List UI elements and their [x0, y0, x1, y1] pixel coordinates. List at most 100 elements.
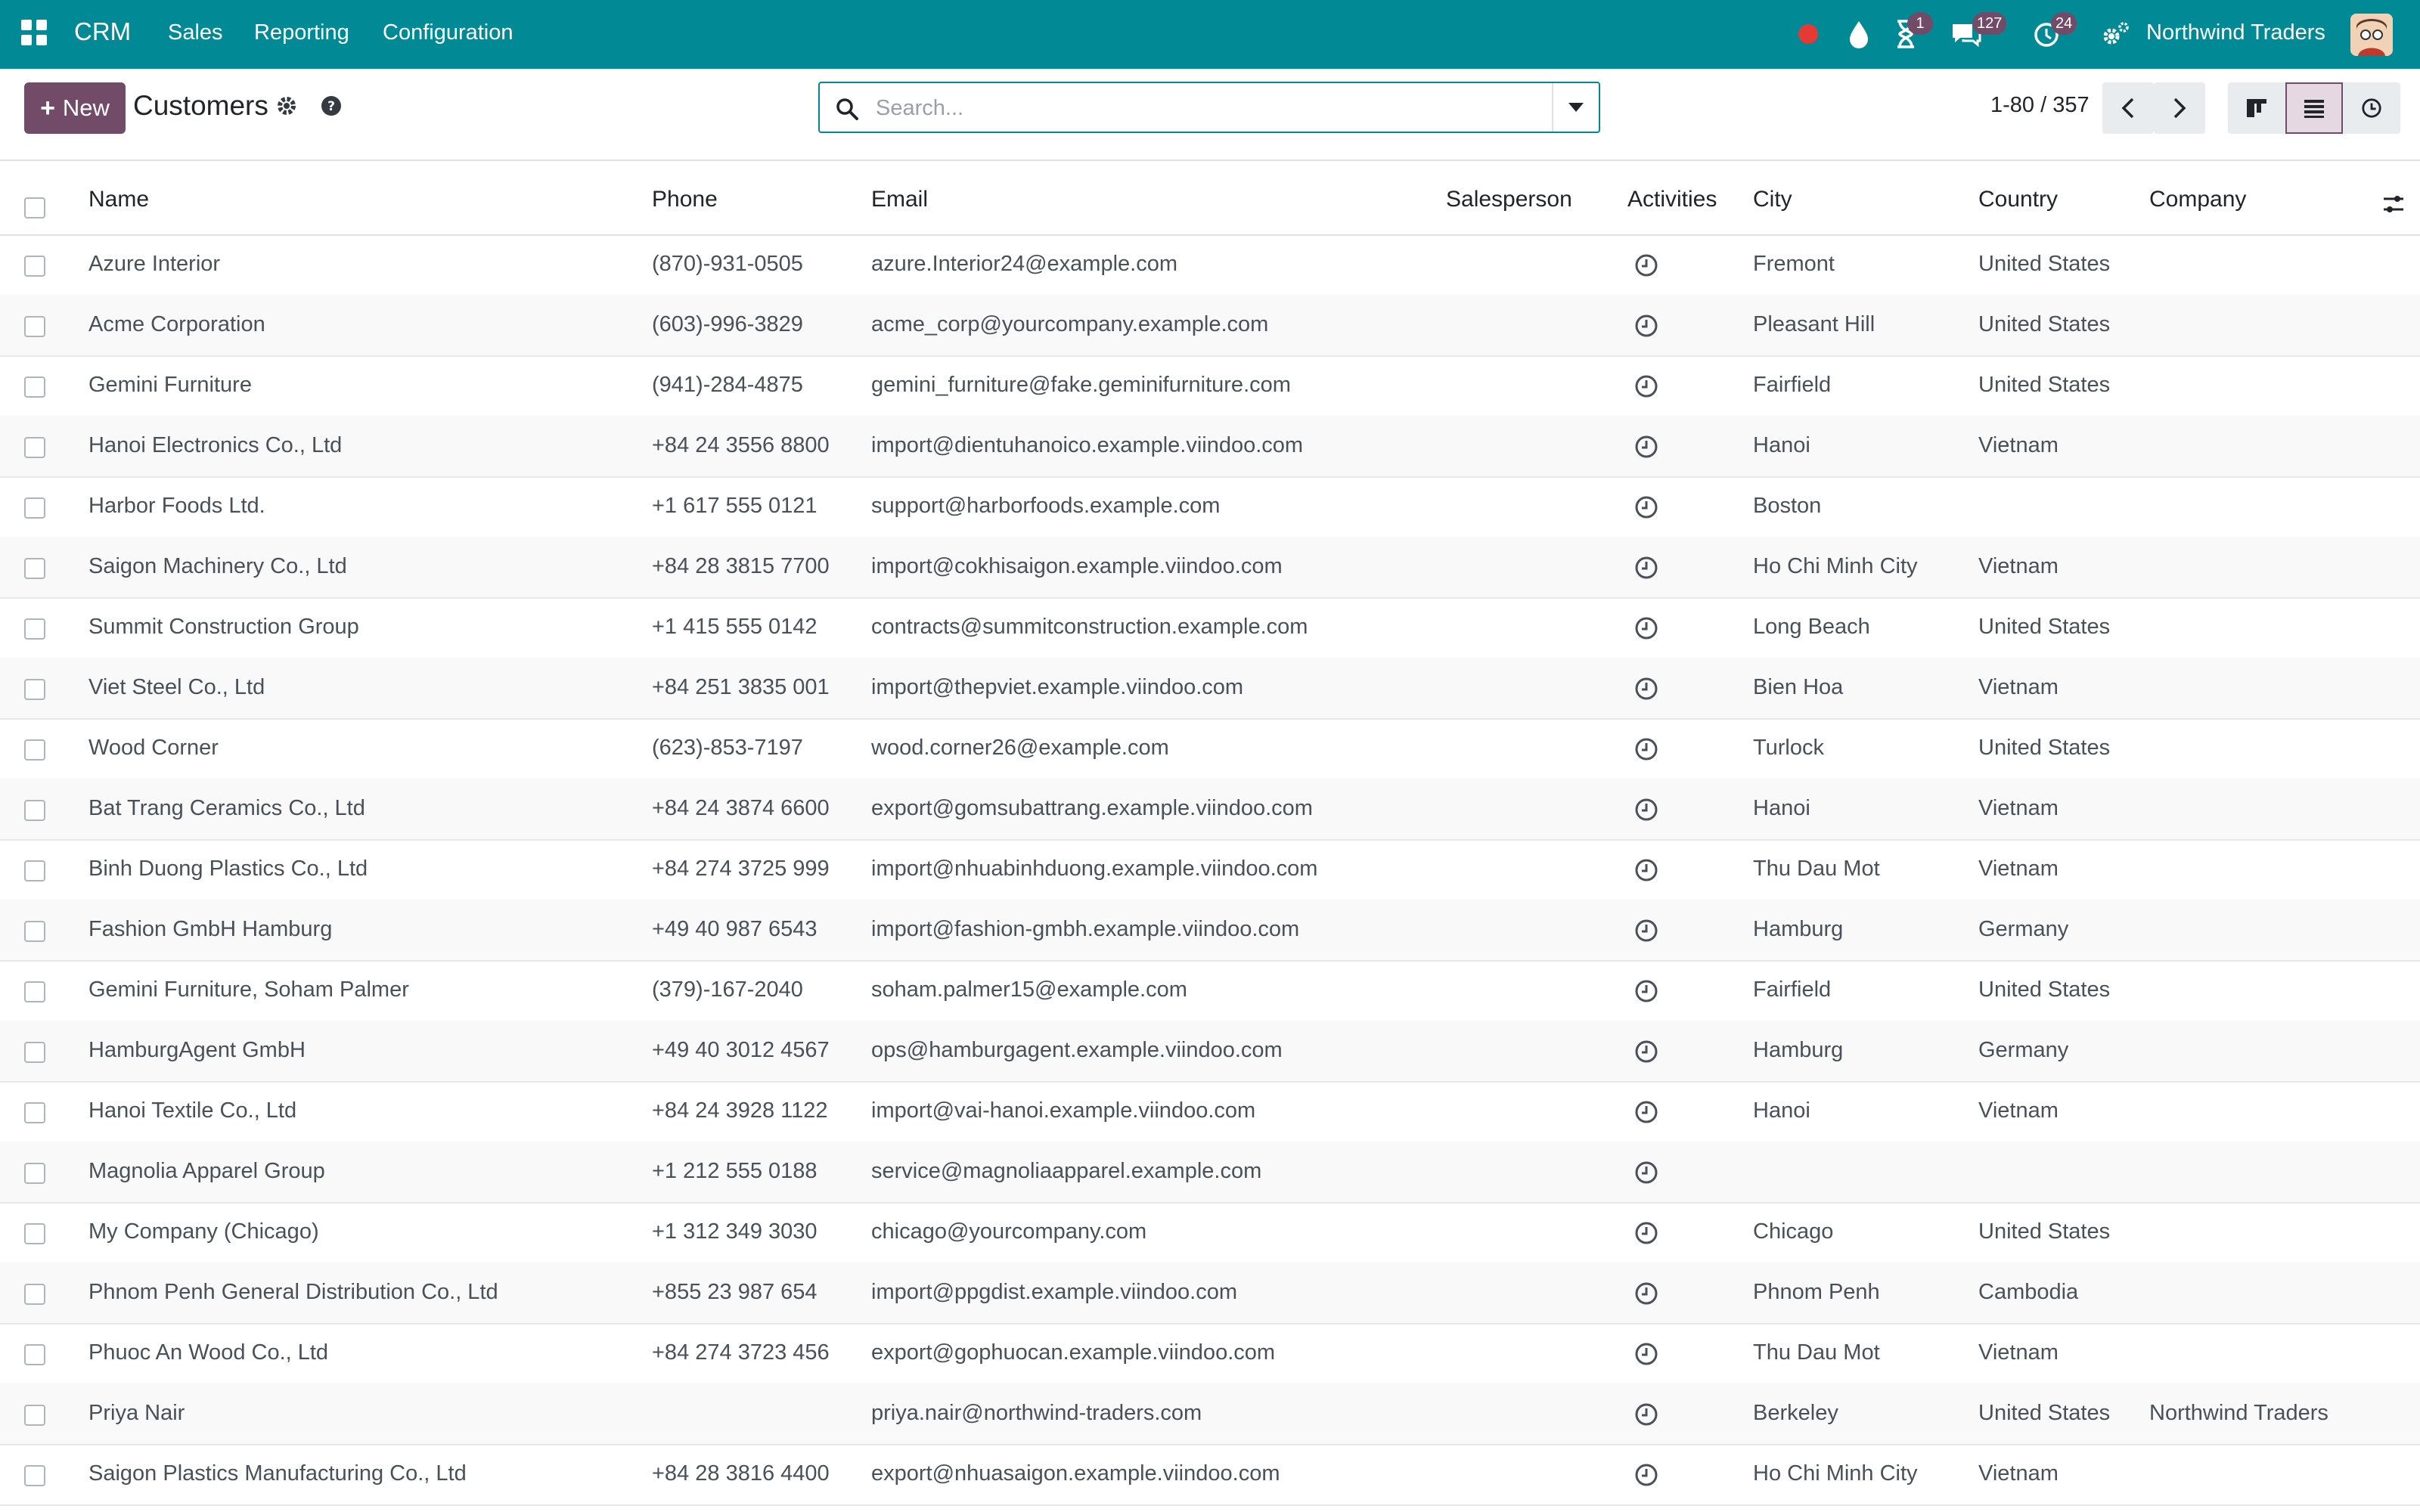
row-checkbox[interactable]: [24, 679, 45, 700]
table-row[interactable]: Gemini Furniture (941)-284-4875 gemini_fur…: [0, 355, 2420, 417]
activity-clock-icon[interactable]: [1634, 857, 1659, 883]
activity-clock-icon[interactable]: [1634, 253, 1659, 278]
select-all-checkbox[interactable]: [24, 197, 45, 218]
activity-clock-icon[interactable]: [1634, 313, 1659, 339]
activity-clock-icon[interactable]: [1634, 1039, 1659, 1064]
activity-clock-icon[interactable]: [1634, 615, 1659, 641]
apps-grid-icon[interactable]: [21, 20, 48, 47]
table-row[interactable]: Azure Interior (870)-931-0505 azure.Interi…: [0, 234, 2420, 296]
table-row[interactable]: Saigon Machinery Co., Ltd +84 28 3815 770…: [0, 537, 2420, 599]
activity-clock-icon[interactable]: [1634, 1341, 1659, 1367]
droplet-icon[interactable]: [1844, 17, 1874, 51]
clock-refresh-icon[interactable]: 24: [2031, 12, 2077, 51]
table-row[interactable]: Fashion GmbH Hamburg +49 40 987 6543 impor…: [0, 900, 2420, 962]
question-circle-icon[interactable]: ?: [321, 95, 342, 116]
cell-city: Thu Dau Mot: [1753, 1340, 1880, 1365]
row-checkbox[interactable]: [24, 860, 45, 881]
control-panel: + New Customers ? 1-80 / 357: [0, 69, 2420, 161]
row-checkbox[interactable]: [24, 981, 45, 1002]
row-checkbox[interactable]: [24, 437, 45, 458]
pager-previous-button[interactable]: [2102, 82, 2154, 134]
activity-clock-icon[interactable]: [1634, 797, 1659, 823]
row-checkbox[interactable]: [24, 739, 45, 761]
cell-country: Germany: [1978, 1038, 2069, 1062]
activity-clock-icon[interactable]: [1634, 736, 1659, 762]
activity-clock-icon[interactable]: [1634, 434, 1659, 460]
app-brand[interactable]: CRM: [74, 17, 131, 46]
company-switcher[interactable]: Northwind Traders: [2146, 20, 2325, 45]
table-row[interactable]: Harbor Foods Ltd. +1 617 555 0121 support@…: [0, 476, 2420, 538]
row-checkbox[interactable]: [24, 376, 45, 398]
new-button[interactable]: + New: [24, 82, 126, 134]
menu-sales[interactable]: Sales: [168, 20, 223, 45]
menu-configuration[interactable]: Configuration: [383, 20, 513, 45]
status-dot-icon[interactable]: [1797, 23, 1820, 45]
gear-icon[interactable]: [275, 94, 298, 117]
row-checkbox[interactable]: [24, 1344, 45, 1365]
row-checkbox[interactable]: [24, 1042, 45, 1063]
column-header-salesperson[interactable]: Salesperson: [1446, 187, 1572, 212]
activity-view-button[interactable]: [2343, 82, 2400, 134]
search-options-toggle[interactable]: [1552, 83, 1599, 132]
menu-reporting[interactable]: Reporting: [254, 20, 349, 45]
table-row[interactable]: Magnolia Apparel Group +1 212 555 0188 ser…: [0, 1142, 2420, 1204]
column-header-country[interactable]: Country: [1978, 187, 2058, 212]
activity-clock-icon[interactable]: [1634, 1160, 1659, 1185]
column-header-city[interactable]: City: [1753, 187, 1792, 212]
activity-clock-icon[interactable]: [1634, 373, 1659, 399]
column-header-email[interactable]: Email: [871, 187, 928, 212]
table-row[interactable]: Binh Duong Plastics Co., Ltd +84 274 3725…: [0, 839, 2420, 901]
row-checkbox[interactable]: [24, 497, 45, 519]
activity-clock-icon[interactable]: [1634, 676, 1659, 702]
pager-value[interactable]: 1-80 / 357: [1990, 93, 2090, 118]
search-input[interactable]: [874, 91, 1520, 125]
row-checkbox[interactable]: [24, 558, 45, 579]
table-row[interactable]: Summit Construction Group +1 415 555 0142…: [0, 597, 2420, 659]
row-checkbox[interactable]: [24, 618, 45, 640]
table-row[interactable]: Viet Steel Co., Ltd +84 251 3835 001 impor…: [0, 658, 2420, 720]
row-checkbox[interactable]: [24, 800, 45, 821]
row-checkbox[interactable]: [24, 1405, 45, 1426]
activity-clock-icon[interactable]: [1634, 1099, 1659, 1125]
activity-clock-icon[interactable]: [1634, 555, 1659, 581]
row-checkbox[interactable]: [24, 316, 45, 337]
table-row[interactable]: My Company (Chicago) +1 312 349 3030 chica…: [0, 1202, 2420, 1264]
row-checkbox[interactable]: [24, 1465, 45, 1486]
row-checkbox[interactable]: [24, 1102, 45, 1123]
optional-columns-icon[interactable]: [2381, 191, 2406, 217]
table-row[interactable]: Gemini Furniture, Soham Palmer (379)-167-…: [0, 960, 2420, 1022]
hourglass-icon[interactable]: 1: [1891, 12, 1933, 51]
activity-clock-icon[interactable]: [1634, 1281, 1659, 1306]
row-checkbox[interactable]: [24, 1163, 45, 1184]
row-checkbox[interactable]: [24, 256, 45, 277]
chat-bubbles-icon[interactable]: 127: [1950, 12, 2007, 51]
list-view-button[interactable]: [2285, 82, 2343, 134]
row-checkbox[interactable]: [24, 1223, 45, 1244]
activity-clock-icon[interactable]: [1634, 978, 1659, 1004]
activity-clock-icon[interactable]: [1634, 1220, 1659, 1246]
table-row[interactable]: Priya Nair priya.nair@northwind-traders.c…: [0, 1383, 2420, 1445]
row-checkbox[interactable]: [24, 921, 45, 942]
table-row[interactable]: Saigon Plastics Manufacturing Co., Ltd +8…: [0, 1444, 2420, 1506]
table-row[interactable]: Acme Corporation (603)-996-3829 acme_corp@…: [0, 295, 2420, 357]
table-row[interactable]: Bat Trang Ceramics Co., Ltd +84 24 3874 6…: [0, 779, 2420, 841]
user-avatar[interactable]: [2350, 14, 2393, 56]
activity-clock-icon[interactable]: [1634, 1402, 1659, 1427]
column-header-company[interactable]: Company: [2149, 187, 2246, 212]
table-row[interactable]: HamburgAgent GmbH +49 40 3012 4567 ops@ham…: [0, 1021, 2420, 1083]
table-row[interactable]: Wood Corner (623)-853-7197 wood.corner26@e…: [0, 718, 2420, 780]
column-header-phone[interactable]: Phone: [652, 187, 718, 212]
activity-clock-icon[interactable]: [1634, 1462, 1659, 1488]
activity-clock-icon[interactable]: [1634, 918, 1659, 943]
pager-next-button[interactable]: [2154, 82, 2205, 134]
table-row[interactable]: Hanoi Electronics Co., Ltd +84 24 3556 88…: [0, 416, 2420, 478]
table-row[interactable]: Hanoi Textile Co., Ltd +84 24 3928 1122 im…: [0, 1081, 2420, 1143]
gears-icon[interactable]: [2099, 17, 2133, 51]
row-checkbox[interactable]: [24, 1284, 45, 1305]
column-header-activities[interactable]: Activities: [1627, 187, 1717, 212]
activity-clock-icon[interactable]: [1634, 494, 1659, 520]
table-row[interactable]: Phnom Penh General Distribution Co., Ltd…: [0, 1263, 2420, 1325]
column-header-name[interactable]: Name: [88, 187, 149, 212]
table-row[interactable]: Phuoc An Wood Co., Ltd +84 274 3723 456 ex…: [0, 1323, 2420, 1385]
kanban-view-button[interactable]: [2228, 82, 2285, 134]
